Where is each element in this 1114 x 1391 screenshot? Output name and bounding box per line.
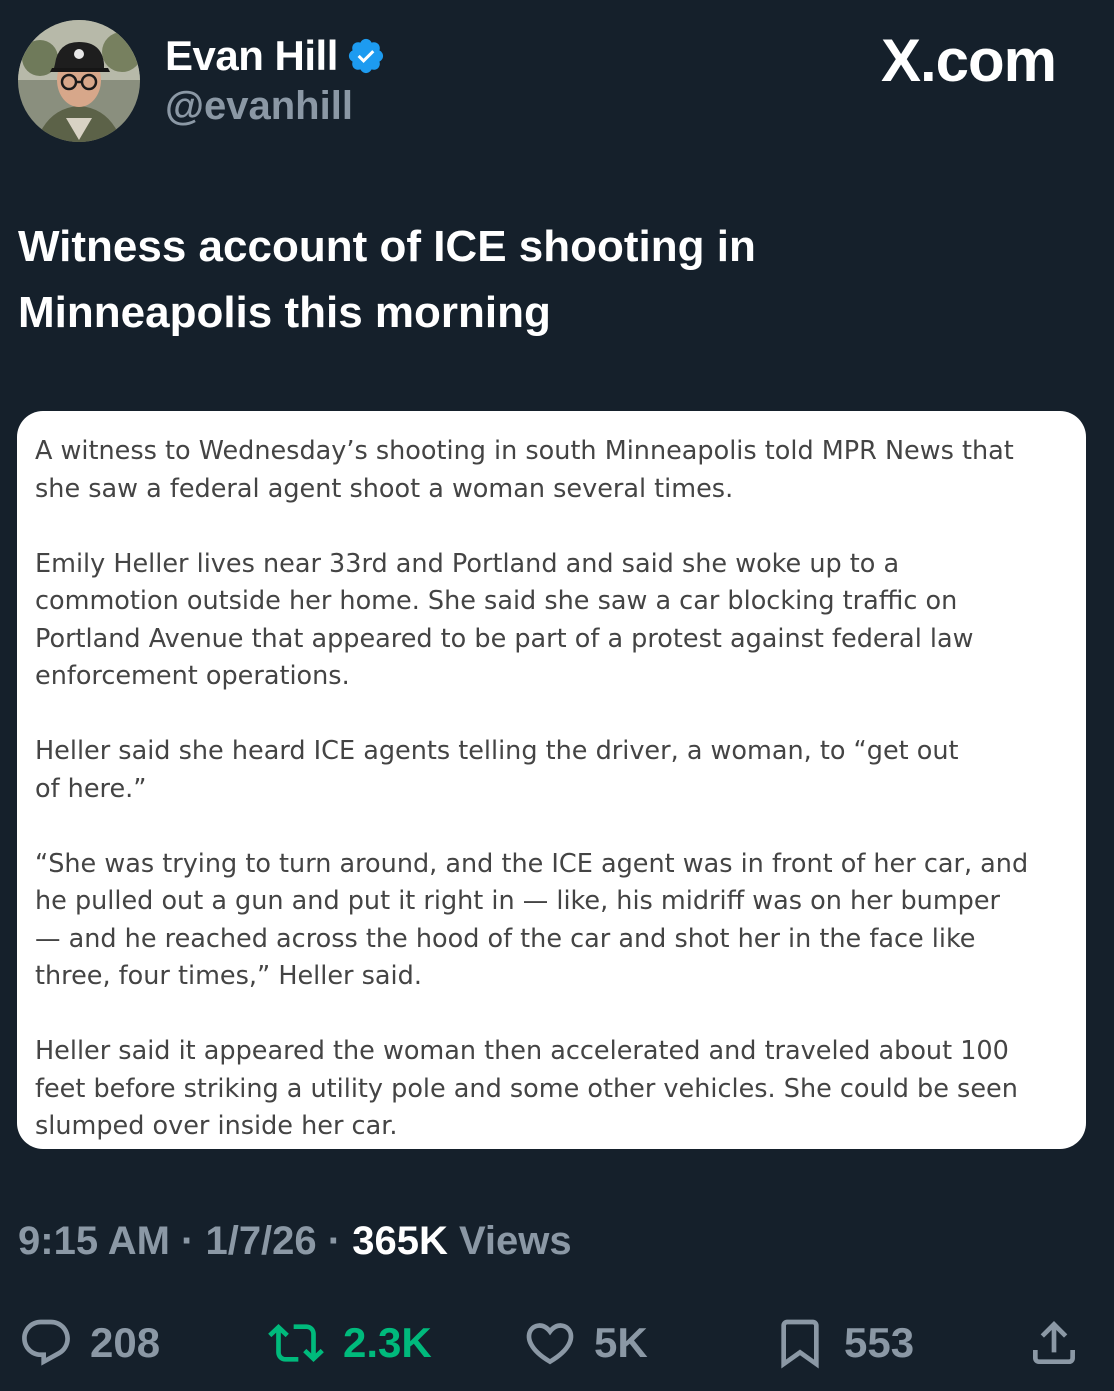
article-paragraph: Heller said she heard ICE agents telling… <box>35 736 959 804</box>
meta-separator: · <box>169 1219 206 1263</box>
views-count: 365K <box>352 1219 448 1263</box>
like-button[interactable]: 5K <box>522 1310 648 1376</box>
verified-badge-icon <box>346 36 386 76</box>
article-paragraph: Emily Heller lives near 33rd and Portlan… <box>35 548 974 692</box>
tweet-metadata: 9:15 AM · 1/7/26 · 365K Views <box>18 1219 572 1264</box>
retweet-icon <box>268 1324 324 1362</box>
views-label: Views <box>447 1219 572 1263</box>
bookmark-button[interactable]: 553 <box>772 1310 914 1376</box>
article-paragraph: “She was trying to turn around, and the … <box>35 848 1029 992</box>
tweet-time[interactable]: 9:15 AM <box>18 1219 170 1263</box>
tweet-header: Evan Hill @evanhill X.com <box>0 0 1114 160</box>
like-count: 5K <box>594 1319 648 1366</box>
site-logo: X.com <box>880 27 1057 94</box>
retweet-count: 2.3K <box>343 1319 432 1366</box>
author-display-name[interactable]: Evan Hill <box>165 32 338 80</box>
author-handle[interactable]: @evanhill <box>165 84 353 129</box>
avatar[interactable] <box>18 20 140 142</box>
article-paragraph: A witness to Wednesday’s shooting in sou… <box>35 436 1014 504</box>
bookmark-count: 553 <box>844 1319 915 1366</box>
tweet-date[interactable]: 1/7/26 <box>205 1219 316 1263</box>
share-button[interactable] <box>1026 1310 1082 1376</box>
reply-count: 208 <box>90 1319 161 1366</box>
author-name-row: Evan Hill <box>165 32 386 80</box>
quoted-article-image[interactable]: A witness to Wednesday’s shooting in sou… <box>17 411 1086 1149</box>
bookmark-icon <box>781 1319 819 1369</box>
tweet-text: Witness account of ICE shooting in Minne… <box>18 222 756 337</box>
heart-icon <box>526 1323 574 1365</box>
retweet-button[interactable]: 2.3K <box>265 1310 432 1376</box>
article-text: A witness to Wednesday’s shooting in sou… <box>35 433 1065 1146</box>
tweet-actions-bar: 208 2.3K 5K 553 <box>0 1310 1114 1376</box>
article-paragraph: Heller said it appeared the woman then a… <box>35 1036 1018 1141</box>
share-icon <box>1033 1321 1075 1364</box>
reply-icon <box>22 1319 70 1366</box>
meta-separator: · <box>316 1219 353 1263</box>
reply-button[interactable]: 208 <box>18 1310 160 1376</box>
